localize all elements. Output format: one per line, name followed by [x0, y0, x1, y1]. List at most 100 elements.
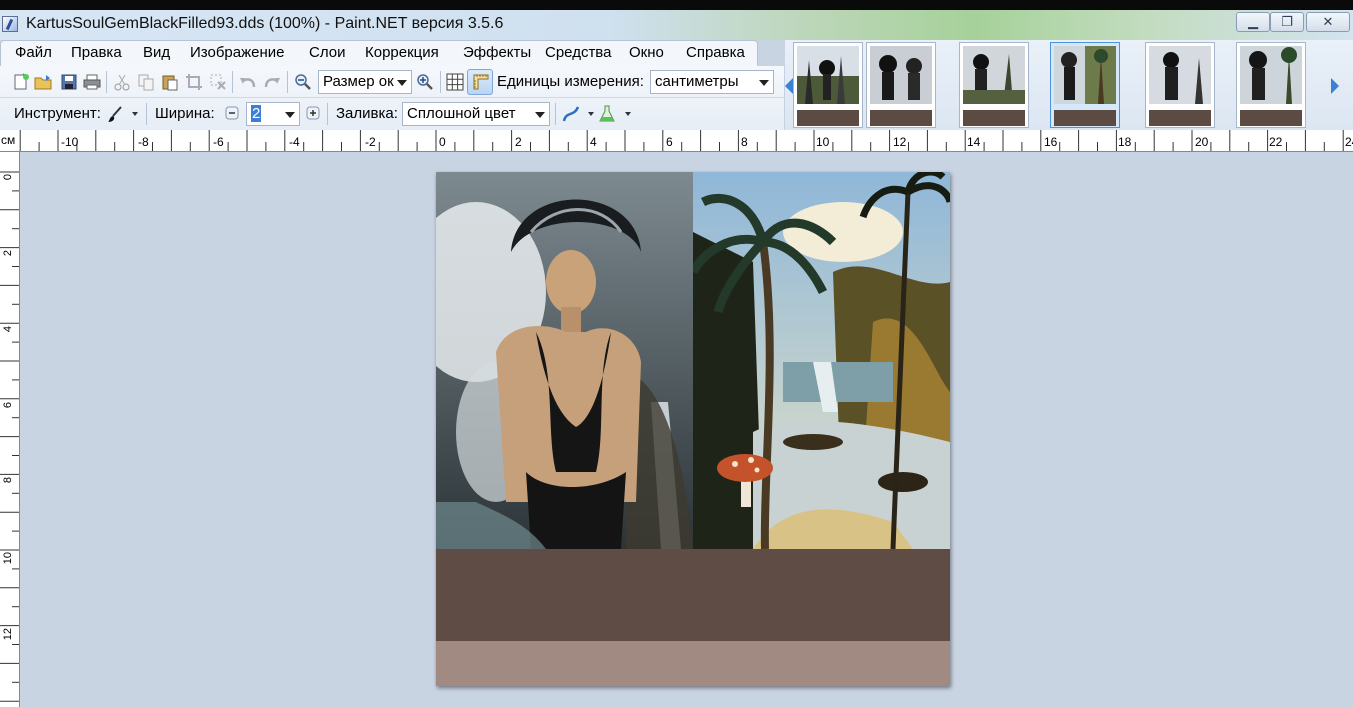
vertical-ruler: 0 2 4 6 8 10 12 — [0, 152, 20, 707]
thumbnail-bar — [870, 110, 932, 126]
image-thumbnail[interactable] — [866, 42, 936, 128]
paintbrush-icon[interactable] — [106, 105, 124, 123]
thumbnail-image — [1149, 46, 1211, 104]
image-thumbnail[interactable] — [959, 42, 1029, 128]
image-thumbnail[interactable] — [1145, 42, 1215, 128]
increase-width-icon[interactable] — [306, 106, 320, 120]
save-icon[interactable] — [60, 73, 78, 91]
chevron-down-icon — [759, 80, 769, 86]
thumbnail-bar — [963, 110, 1025, 126]
blend-mode-flask-icon[interactable] — [598, 105, 616, 123]
image-thumbnail-selected[interactable] — [1050, 42, 1120, 128]
zoom-value: Размер ок — [323, 73, 394, 90]
main-toolbar: Размер ок Единицы измерения: сантиметры — [0, 66, 785, 98]
ruler-tick-label: -6 — [213, 135, 224, 149]
toolbar-separator — [106, 71, 107, 93]
ruler-tick-label: 10 — [2, 552, 14, 565]
open-file-icon[interactable] — [34, 73, 52, 91]
ruler-tick-label: -10 — [61, 135, 79, 149]
thumbnail-bar — [797, 110, 859, 126]
ruler-tick-label: -8 — [138, 135, 149, 149]
title-bar: KartusSoulGemBlackFilled93.dds (100%) - … — [0, 10, 1353, 40]
width-label: Ширина: — [155, 105, 215, 122]
menu-file[interactable]: Файл — [15, 44, 52, 61]
paste-icon[interactable] — [161, 73, 179, 91]
image-canvas[interactable] — [436, 172, 950, 686]
decrease-width-icon[interactable] — [225, 106, 239, 120]
units-combo[interactable]: сантиметры — [650, 70, 774, 94]
blend-mode-dropdown-arrow-icon[interactable] — [625, 112, 631, 116]
copy-icon[interactable] — [137, 73, 155, 91]
screen-top-strip — [0, 0, 1353, 10]
scroll-right-arrow-icon[interactable] — [1331, 78, 1339, 94]
ruler-tick-label: 16 — [1044, 135, 1058, 149]
antialiasing-icon[interactable] — [562, 105, 580, 123]
deselect-icon[interactable] — [209, 73, 227, 91]
rulers-toggle-button[interactable] — [467, 69, 493, 95]
scroll-left-arrow-icon[interactable] — [785, 78, 793, 94]
crop-to-selection-icon[interactable] — [185, 73, 203, 91]
ruler-tick-label: 24 — [1345, 135, 1353, 149]
ruler-tick-label: 0 — [2, 174, 14, 181]
image-thumbnail[interactable] — [1236, 42, 1306, 128]
ruler-tick-label: 20 — [1195, 135, 1209, 149]
grid-icon[interactable] — [446, 73, 464, 91]
ruler-tick-label: 8 — [2, 477, 14, 484]
ruler-tick-label: 6 — [2, 402, 14, 409]
tool-options-bar: Инструмент: Ширина: 2 Заливка: Сплошной … — [0, 98, 785, 130]
open-images-strip — [785, 40, 1353, 130]
undo-icon[interactable] — [239, 73, 257, 91]
minimize-button[interactable]: ▁ — [1236, 12, 1270, 32]
menu-edit[interactable]: Правка — [71, 44, 122, 61]
toolbar-separator — [287, 71, 288, 93]
tool-label: Инструмент: — [14, 105, 101, 122]
zoom-out-icon[interactable] — [294, 73, 312, 91]
ruler-tick-label: 4 — [2, 326, 14, 333]
menu-help[interactable]: Справка — [686, 44, 745, 61]
ruler-tick-label: 4 — [590, 135, 597, 149]
menu-window[interactable]: Окно — [629, 44, 664, 61]
menu-adjustments[interactable]: Коррекция — [365, 44, 439, 61]
new-file-icon[interactable] — [12, 73, 30, 91]
image-thumbnail[interactable] — [793, 42, 863, 128]
menu-bar: Файл Правка Вид Изображение Слои Коррекц… — [0, 40, 758, 66]
ruler-tick-label: -4 — [289, 135, 300, 149]
horizontal-ruler: -10 -8 -6 -4 -2 0 2 4 6 8 10 12 14 16 18… — [0, 130, 1353, 152]
fill-mode-combo[interactable]: Сплошной цвет — [402, 102, 550, 126]
toolbar-separator — [555, 103, 556, 125]
thumbnail-bar — [1054, 110, 1116, 126]
units-label: Единицы измерения: — [497, 73, 644, 90]
ruler-tick-label: 18 — [1118, 135, 1132, 149]
zoom-combo[interactable]: Размер ок — [318, 70, 412, 94]
chevron-down-icon — [285, 112, 295, 118]
tool-dropdown-arrow-icon[interactable] — [132, 112, 138, 116]
close-button[interactable]: ✕ — [1306, 12, 1350, 32]
chevron-down-icon — [535, 112, 545, 118]
toolbar-separator — [327, 103, 328, 125]
brush-width-value[interactable]: 2 — [251, 105, 262, 122]
menu-image[interactable]: Изображение — [190, 44, 285, 61]
units-value: сантиметры — [655, 73, 739, 90]
zoom-in-icon[interactable] — [416, 73, 434, 91]
ruler-tick-label: 8 — [741, 135, 748, 149]
paintnet-app-icon[interactable] — [2, 16, 18, 32]
tropical-landscape-painting — [693, 172, 950, 549]
thumbnail-image — [870, 46, 932, 104]
print-icon[interactable] — [83, 73, 101, 91]
ruler-tick-label: 12 — [893, 135, 907, 149]
cut-icon[interactable] — [113, 73, 131, 91]
fill-label: Заливка: — [336, 105, 398, 122]
antialiasing-dropdown-arrow-icon[interactable] — [588, 112, 594, 116]
menu-effects[interactable]: Эффекты — [463, 44, 531, 61]
menu-layers[interactable]: Слои — [309, 44, 345, 61]
thumbnail-bar — [1149, 110, 1211, 126]
menu-utilities[interactable]: Средства — [545, 44, 611, 61]
ruler-tick-label: 12 — [2, 628, 14, 641]
ruler-icon — [473, 74, 489, 90]
thumbnail-image — [1240, 46, 1302, 104]
menu-view[interactable]: Вид — [143, 44, 170, 61]
maximize-button[interactable]: ❐ — [1270, 12, 1304, 32]
redo-icon[interactable] — [263, 73, 281, 91]
ruler-tick-label: 2 — [2, 250, 14, 257]
brush-width-combo[interactable]: 2 — [246, 102, 300, 126]
